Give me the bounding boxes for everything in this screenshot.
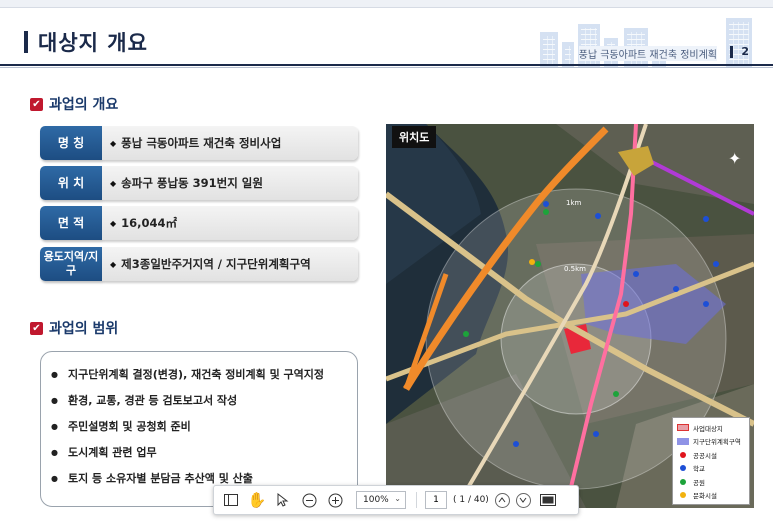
- list-item-text: 지구단위계획 결정(변경), 재건축 정비계획 및 구역지정: [67, 368, 325, 381]
- slide-page: 대상지 개요 풍납 극동아파트 재건축 정비계획 2 ✔ 과업의 개요 명 칭 …: [0, 0, 773, 529]
- page-title: 대상지 개요: [38, 31, 148, 55]
- scope-box: ● 지구단위계획 결정(변경), 재건축 정비계획 및 구역지정 ● 환경, 교통,…: [40, 351, 358, 507]
- page-total: ( 1 / 40): [453, 495, 489, 505]
- legend-item: 학교: [677, 462, 745, 476]
- bullet-icon: ●: [51, 447, 58, 457]
- previous-page-icon[interactable]: [494, 492, 510, 508]
- row-value-text: 풍납 극동아파트 재건축 정비사업: [121, 136, 282, 150]
- header-divider-thin: [0, 67, 773, 68]
- overview-heading: ✔ 과업의 개요: [30, 94, 118, 114]
- viewer-top-strip: [0, 0, 773, 8]
- legend-label: 공공시설: [693, 451, 717, 460]
- legend-label: 사업대상지: [693, 424, 723, 433]
- zoom-value: 100%: [363, 495, 389, 505]
- overview-row: 용도지역/지구 ◆ 제3종일반주거지역 / 지구단위계획구역: [40, 247, 358, 281]
- legend-label: 문화시설: [693, 492, 717, 501]
- select-tool-icon[interactable]: [272, 489, 294, 511]
- zoom-out-icon[interactable]: [298, 489, 320, 511]
- page-marker: [730, 46, 733, 58]
- compass-icon: ✦: [728, 149, 742, 168]
- pdf-viewer-toolbar: ✋ 100% ⌄ 1 ( 1 / 40): [213, 485, 579, 515]
- bullet-icon: ◆: [110, 259, 117, 269]
- title-accent-bar: [24, 31, 28, 53]
- row-value-text: 16,044㎡: [121, 216, 178, 230]
- bullet-icon: ◆: [110, 218, 117, 228]
- scope-heading: ✔ 과업의 범위: [30, 318, 118, 338]
- row-value-text: 제3종일반주거지역 / 지구단위계획구역: [121, 257, 311, 271]
- overview-row: 위 치 ◆ 송파구 풍납동 391번지 일원: [40, 166, 358, 200]
- legend-dot: [680, 478, 686, 485]
- legend-item: 사업대상지: [677, 421, 745, 435]
- legend-swatch: [677, 437, 689, 445]
- map-legend: 사업대상지 지구단위계획구역 공공시설 학교 공원 문화시설: [672, 417, 750, 505]
- row-label: 면 적: [40, 206, 102, 240]
- legend-item: 공공시설: [677, 448, 745, 462]
- list-item-text: 토지 등 소유자별 분담금 추산액 및 산출: [67, 472, 253, 485]
- bullet-icon: ●: [51, 421, 58, 431]
- bullet-icon: ◆: [110, 138, 117, 148]
- legend-dot: [680, 492, 686, 499]
- toolbar-separator: [416, 492, 417, 508]
- list-item-text: 도시계획 관련 업무: [67, 446, 157, 459]
- list-item: ● 환경, 교통, 경관 등 검토보고서 작성: [51, 392, 237, 408]
- next-page-icon[interactable]: [515, 492, 531, 508]
- legend-label: 지구단위계획구역: [693, 438, 741, 447]
- bullet-icon: ●: [51, 473, 58, 483]
- hand-tool-icon[interactable]: ✋: [246, 489, 268, 511]
- row-value-text: 송파구 풍납동 391번지 일원: [121, 176, 263, 190]
- row-value: ◆ 16,044㎡: [102, 206, 358, 240]
- sidebar-toggle-icon[interactable]: [220, 489, 242, 511]
- slide-page-number: 2: [741, 45, 749, 58]
- row-label: 명 칭: [40, 126, 102, 160]
- map-tag: 위치도: [392, 126, 437, 148]
- overview-row: 명 칭 ◆ 풍납 극동아파트 재건축 정비사업: [40, 126, 358, 160]
- row-value: ◆ 풍납 극동아파트 재건축 정비사업: [102, 126, 358, 160]
- zoom-select[interactable]: 100% ⌄: [356, 491, 406, 509]
- ring-label-05km: 0.5km: [564, 265, 587, 273]
- list-item-text: 주민설명회 및 공청회 준비: [67, 420, 191, 433]
- legend-item: 지구단위계획구역: [677, 435, 745, 449]
- bullet-icon: ●: [51, 395, 58, 405]
- page-number-input[interactable]: 1: [425, 491, 447, 509]
- row-label: 용도지역/지구: [40, 247, 102, 281]
- legend-swatch: [677, 424, 689, 432]
- legend-item: 공원: [677, 475, 745, 489]
- header-divider: [0, 64, 773, 66]
- row-value: ◆ 제3종일반주거지역 / 지구단위계획구역: [102, 247, 358, 281]
- bullet-icon: ●: [51, 369, 58, 379]
- legend-item: 문화시설: [677, 489, 745, 503]
- list-item: ● 도시계획 관련 업무: [51, 444, 157, 460]
- scope-heading-text: 과업의 범위: [49, 321, 119, 337]
- overview-row: 면 적 ◆ 16,044㎡: [40, 206, 358, 240]
- chevron-down-icon: ⌄: [394, 494, 401, 503]
- legend-dot: [680, 451, 686, 458]
- legend-dot: [680, 465, 686, 472]
- legend-label: 학교: [693, 465, 705, 474]
- overview-heading-text: 과업의 개요: [49, 97, 119, 113]
- bullet-icon: ◆: [110, 178, 117, 188]
- list-item-text: 환경, 교통, 경관 등 검토보고서 작성: [67, 394, 238, 407]
- checkbox-icon: ✔: [30, 97, 43, 111]
- row-value: ◆ 송파구 풍납동 391번지 일원: [102, 166, 358, 200]
- list-item: ● 토지 등 소유자별 분담금 추산액 및 산출: [51, 470, 253, 486]
- list-item: ● 주민설명회 및 공청회 준비: [51, 418, 191, 434]
- checkbox-icon: ✔: [30, 321, 43, 335]
- row-label: 위 치: [40, 166, 102, 200]
- project-name: 풍납 극동아파트 재건축 정비계획: [578, 46, 717, 61]
- ring-label-1km: 1km: [566, 199, 582, 207]
- list-item: ● 지구단위계획 결정(변경), 재건축 정비계획 및 구역지정: [51, 366, 324, 382]
- legend-label: 공원: [693, 478, 705, 487]
- zoom-in-icon[interactable]: [324, 489, 346, 511]
- presentation-mode-icon[interactable]: [537, 489, 559, 511]
